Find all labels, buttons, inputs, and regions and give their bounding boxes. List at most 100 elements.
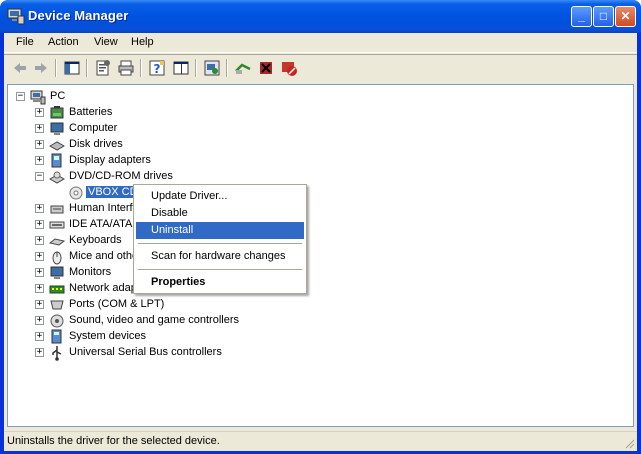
expand-toggle[interactable]: + bbox=[35, 236, 44, 245]
toolbar-separator bbox=[55, 59, 57, 77]
refresh-icon[interactable] bbox=[202, 58, 222, 78]
tree-label: Display adapters bbox=[69, 154, 151, 166]
tree-label: Monitors bbox=[69, 266, 112, 278]
expand-toggle[interactable]: + bbox=[35, 140, 44, 149]
help-icon[interactable]: ? bbox=[147, 58, 167, 78]
mouse-icon bbox=[52, 251, 62, 265]
title-bar[interactable]: Device Manager _ □ ✕ bbox=[0, 0, 641, 33]
ide-icon bbox=[49, 221, 65, 229]
disable-icon[interactable] bbox=[279, 58, 299, 78]
tree-label: DVD/CD-ROM drives bbox=[69, 170, 173, 182]
back-icon[interactable] bbox=[10, 58, 30, 78]
menu-item-update-driver[interactable]: Update Driver... bbox=[136, 188, 304, 205]
minimize-button[interactable]: _ bbox=[571, 6, 592, 27]
tree-label: Mice and othe bbox=[69, 250, 139, 262]
tree-label: Human Interf bbox=[69, 202, 133, 214]
device-manager-icon bbox=[7, 8, 25, 25]
tree-node-computer[interactable]: + Computer bbox=[8, 121, 208, 137]
hid-icon bbox=[50, 205, 64, 214]
system-devices-icon bbox=[51, 329, 62, 344]
toolbar-separator bbox=[226, 59, 228, 77]
tree-node-root[interactable]: − PC bbox=[8, 89, 208, 105]
menu-bar: File Action View Help bbox=[4, 33, 637, 53]
menu-help[interactable]: Help bbox=[131, 36, 154, 48]
status-bar: Uninstalls the driver for the selected d… bbox=[4, 431, 637, 451]
expand-toggle[interactable]: + bbox=[35, 300, 44, 309]
menu-item-disable[interactable]: Disable bbox=[136, 205, 304, 222]
update-driver-icon[interactable] bbox=[233, 58, 253, 78]
tree-node-sound[interactable]: + Sound, video and game controllers bbox=[8, 313, 268, 329]
display-adapter-icon bbox=[51, 153, 62, 168]
expand-toggle[interactable]: + bbox=[35, 220, 44, 229]
tree-node-batteries[interactable]: + Batteries bbox=[8, 105, 208, 121]
tree-label: Ports (COM & LPT) bbox=[69, 298, 165, 310]
keyboard-icon bbox=[49, 238, 65, 246]
print-icon[interactable] bbox=[116, 58, 136, 78]
menu-separator bbox=[138, 243, 302, 244]
toolbar-separator bbox=[86, 59, 88, 77]
expand-toggle[interactable]: + bbox=[35, 108, 44, 117]
expand-toggle[interactable]: + bbox=[35, 332, 44, 341]
tree-label: Sound, video and game controllers bbox=[69, 314, 239, 326]
expand-toggle[interactable]: + bbox=[35, 284, 44, 293]
sound-icon bbox=[50, 314, 64, 328]
expand-toggle[interactable]: + bbox=[35, 124, 44, 133]
network-adapter-icon bbox=[49, 285, 65, 294]
tree-label: IDE ATA/ATA bbox=[69, 218, 133, 230]
collapse-toggle[interactable]: − bbox=[16, 92, 25, 101]
port-icon bbox=[50, 300, 64, 310]
battery-icon bbox=[50, 106, 64, 119]
menu-item-properties[interactable]: Properties bbox=[136, 274, 304, 291]
collapse-toggle[interactable]: − bbox=[35, 172, 44, 181]
toolbar: ? bbox=[4, 54, 637, 80]
tree-node-system-devices[interactable]: + System devices bbox=[8, 329, 208, 345]
tree-node-ports[interactable]: + Ports (COM & LPT) bbox=[8, 297, 208, 313]
device-tree[interactable]: − PC + Batteries + Computer + Disk drive… bbox=[7, 84, 634, 427]
menu-separator bbox=[138, 269, 302, 270]
tree-node-dvd-cdrom[interactable]: − DVD/CD-ROM drives bbox=[8, 169, 208, 185]
context-menu: Update Driver... Disable Uninstall Scan … bbox=[133, 184, 307, 294]
disk-drive-icon bbox=[49, 141, 65, 151]
expand-toggle[interactable]: + bbox=[35, 252, 44, 261]
tree-label: Batteries bbox=[69, 106, 113, 118]
expand-toggle[interactable]: + bbox=[35, 268, 44, 277]
show-hide-console-tree-icon[interactable] bbox=[62, 58, 82, 78]
computer-icon bbox=[50, 122, 64, 135]
menu-item-scan-hardware[interactable]: Scan for hardware changes bbox=[136, 248, 304, 265]
toolbar-separator bbox=[140, 59, 142, 77]
window-title: Device Manager bbox=[28, 8, 129, 23]
tree-label: PC bbox=[50, 90, 66, 102]
forward-icon[interactable] bbox=[31, 58, 51, 78]
expand-toggle[interactable]: + bbox=[35, 316, 44, 325]
tree-node-disk-drives[interactable]: + Disk drives bbox=[8, 137, 208, 153]
menu-view[interactable]: View bbox=[94, 36, 118, 48]
resize-grip-icon[interactable] bbox=[623, 437, 635, 449]
expand-toggle[interactable]: + bbox=[35, 156, 44, 165]
menu-item-uninstall[interactable]: Uninstall bbox=[136, 222, 304, 239]
tree-label: Keyboards bbox=[69, 234, 122, 246]
tree-node-display-adapters[interactable]: + Display adapters bbox=[8, 153, 208, 169]
maximize-button[interactable]: □ bbox=[593, 6, 614, 27]
toolbar-separator bbox=[195, 59, 197, 77]
tree-label: System devices bbox=[69, 330, 147, 342]
properties-icon[interactable] bbox=[93, 58, 113, 78]
tree-label: Computer bbox=[69, 122, 118, 134]
tree-node-usb[interactable]: + Universal Serial Bus controllers bbox=[8, 345, 268, 361]
expand-toggle[interactable]: + bbox=[35, 204, 44, 213]
tree-label: Universal Serial Bus controllers bbox=[69, 346, 222, 358]
menu-file[interactable]: File bbox=[16, 36, 34, 48]
tree-label: Network adap bbox=[69, 282, 137, 294]
view-icon[interactable] bbox=[171, 58, 191, 78]
computer-icon bbox=[30, 90, 46, 105]
cdrom-icon bbox=[49, 171, 65, 184]
tree-label: Disk drives bbox=[69, 138, 123, 150]
status-text: Uninstalls the driver for the selected d… bbox=[7, 435, 220, 447]
uninstall-icon[interactable] bbox=[256, 58, 276, 78]
client-area: File Action View Help ? − PC + Batteries… bbox=[4, 33, 637, 451]
menu-action[interactable]: Action bbox=[48, 36, 79, 48]
close-button[interactable]: ✕ bbox=[615, 6, 636, 27]
device-manager-window: Device Manager _ □ ✕ File Action View He… bbox=[0, 0, 641, 454]
monitor-icon bbox=[50, 266, 64, 279]
usb-icon bbox=[52, 346, 62, 361]
expand-toggle[interactable]: + bbox=[35, 348, 44, 357]
